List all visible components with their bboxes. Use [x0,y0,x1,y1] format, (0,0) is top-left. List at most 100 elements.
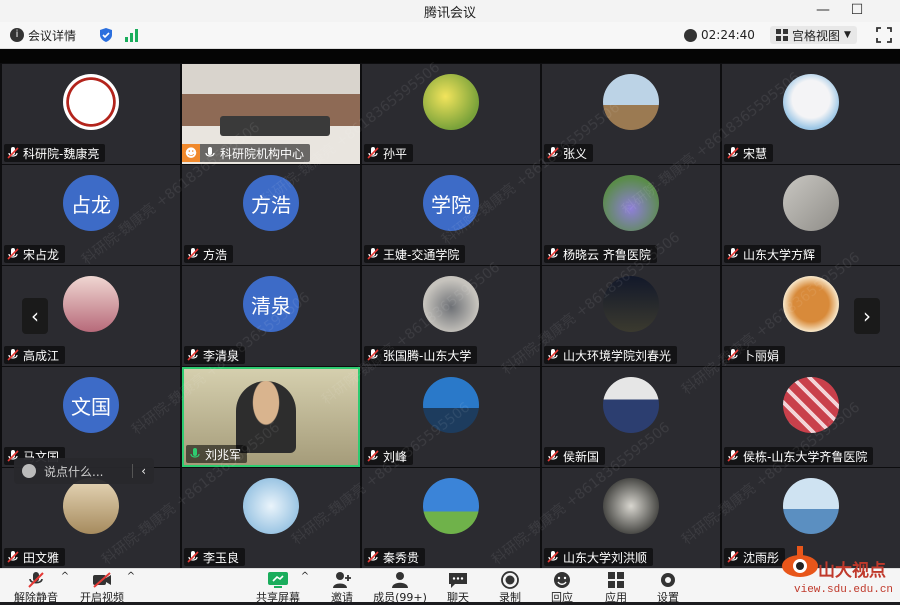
brand-watermark-logo: 山大视点 view.sdu.edu.cn [780,538,900,601]
separator-strip [0,49,900,63]
participant-tile[interactable]: 侯新国 [542,367,720,467]
participant-label: 宋慧 [724,144,774,162]
participant-name: 宋占龙 [23,247,60,262]
members-button[interactable]: 成员(99+) [370,571,430,605]
participant-tile[interactable]: 孙平 [362,64,540,164]
participant-tile[interactable]: 杨晓云 齐鲁医院 [542,165,720,265]
participant-tile[interactable]: ☻ 科研院机构中心 [182,64,360,164]
view-mode-label: 宫格视图 [792,28,841,43]
participant-label: 山东大学刘洪顺 [544,548,654,566]
participant-tile[interactable]: 侯栋-山东大学齐鲁医院 [722,367,900,467]
participant-name: 侯栋-山东大学齐鲁医院 [743,449,868,464]
video-grid: 科研院-魏康亮 ☻ 科研院机构中心 孙平 张义 宋慧 占龙 宋占龙 方浩 方浩 学院 王婕-交通学院杨… [0,59,900,568]
participant-tile[interactable]: 清泉李清泉 [182,266,360,366]
participant-label: 李清泉 [184,346,246,364]
invite-button[interactable]: 邀请 [320,571,364,605]
participant-tile[interactable]: 宋慧 [722,64,900,164]
participant-name: 张义 [563,146,588,161]
participant-avatar: 学院 [423,175,479,231]
apps-label: 应用 [605,591,627,604]
participant-name: 秦秀贵 [383,550,420,565]
participant-label: 沈雨彤 [724,548,786,566]
participant-tile[interactable]: 秦秀贵 [362,468,540,568]
participant-label: 王婕-交通学院 [364,245,466,263]
clock-icon [684,28,697,42]
mic-muted-icon [367,450,379,462]
minimize-button[interactable]: — [808,0,838,20]
participant-tile[interactable]: 文国 马文国 [2,367,180,467]
window-title: 腾讯会议 [423,6,476,21]
share-options-caret[interactable]: ^ [298,571,312,582]
participant-tile[interactable]: 科研院-魏康亮 [2,64,180,164]
chat-label: 聊天 [447,591,469,604]
participant-tile[interactable]: 张国腾-山东大学 [362,266,540,366]
mic-muted-icon [547,349,559,361]
participant-label: 高成江 [4,346,66,364]
mic-muted-icon [547,551,559,563]
participant-avatar [603,74,659,130]
participant-avatar [423,377,479,433]
participant-tile[interactable]: 刘兆军 [182,367,360,467]
participant-tile[interactable]: 刘峰 [362,367,540,467]
brand-name: 山大视点 [818,561,886,581]
mic-icon [205,147,215,157]
apps-grid-icon [605,571,627,589]
security-shield-icon[interactable] [98,26,114,44]
participant-avatar: 清泉 [243,276,299,332]
view-mode-button[interactable]: 宫格视图 ▼ [770,26,857,44]
caret-down-icon: ▼ [844,30,851,40]
participant-name: 宋慧 [743,146,768,161]
react-button[interactable]: 回应 [540,571,584,605]
maximize-button[interactable]: ☐ [842,0,872,20]
meeting-info-label: 会议详情 [28,28,77,43]
settings-button[interactable]: 设置 [646,571,690,605]
participant-label: 刘兆军 [186,445,248,463]
participant-label: 张国腾-山东大学 [364,346,478,364]
participant-tile[interactable]: 山东大学方辉 [722,165,900,265]
participant-tile[interactable]: 方浩 方浩 [182,165,360,265]
record-button[interactable]: 录制 [488,571,532,605]
participant-name: 科研院机构中心 [220,146,305,161]
participant-tile[interactable]: 李玉良 [182,468,360,568]
mic-muted-icon [187,248,199,260]
fullscreen-icon[interactable] [876,26,892,44]
unmute-button[interactable]: 解除静音 [14,571,58,605]
apps-button[interactable]: 应用 [594,571,638,605]
record-label: 录制 [499,591,521,604]
video-options-caret[interactable]: ^ [124,571,138,582]
participant-avatar [603,377,659,433]
unmute-label: 解除静音 [14,591,58,604]
participant-tile[interactable]: 山大环境学院刘春光 [542,266,720,366]
unmute-options-caret[interactable]: ^ [58,571,72,582]
participant-tile[interactable]: 学院王婕-交通学院 [362,165,540,265]
participant-tile[interactable]: 山东大学刘洪顺 [542,468,720,568]
mic-muted-icon [367,349,379,361]
signal-icon[interactable] [124,26,140,44]
participant-avatar [243,478,299,534]
participant-video [236,381,296,453]
emoji-icon[interactable] [22,464,36,478]
participant-label: 刘峰 [364,447,414,465]
participant-avatar [63,276,119,332]
participant-avatar [783,74,839,130]
participant-name: 刘兆军 [205,447,242,462]
participant-label: 田文雅 [4,548,66,566]
quick-chat-bar[interactable]: 说点什么... ‹ [14,458,154,484]
chat-button[interactable]: 聊天 [436,571,480,605]
mic-muted-icon [7,248,19,260]
meeting-info-button[interactable]: i 会议详情 [10,26,76,44]
start-video-button[interactable]: 开启视频 [80,571,124,605]
next-page-button[interactable]: › [854,298,880,334]
share-screen-button[interactable]: 共享屏幕 [256,571,300,605]
participant-name: 沈雨彤 [743,550,780,565]
chat-placeholder[interactable]: 说点什么... [44,463,132,480]
record-icon [499,571,521,589]
chat-bubble-icon [447,571,469,589]
prev-page-button[interactable]: ‹ [22,298,48,334]
participant-tile[interactable]: 占龙 宋占龙 [2,165,180,265]
collapse-chat-icon[interactable]: ‹ [132,464,154,478]
invite-label: 邀请 [331,591,353,604]
timer-text: 02:24:40 [701,28,755,42]
participant-tile[interactable]: 张义 [542,64,720,164]
participant-avatar [603,276,659,332]
